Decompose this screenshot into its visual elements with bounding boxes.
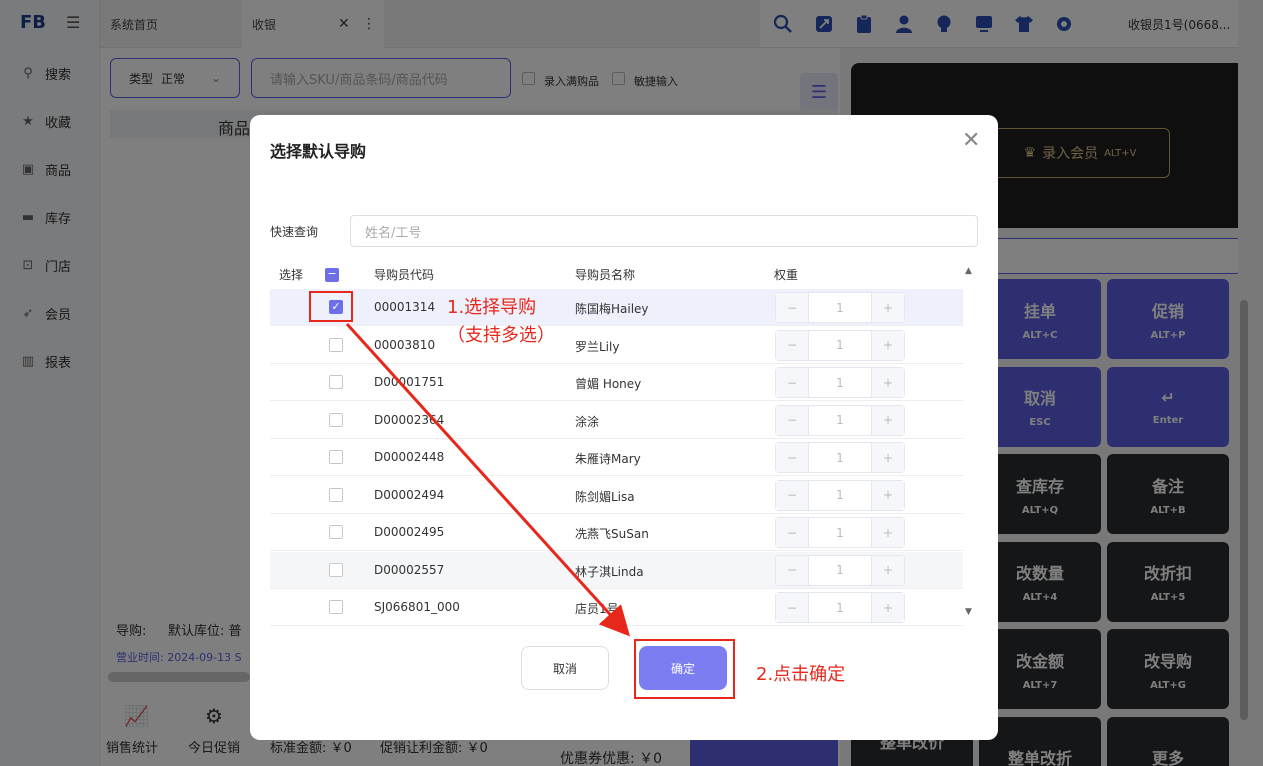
pos-app: FB ☰ ⚲搜索★收藏▣商品▬库存⊡门店➶会员▥报表 系统首页 收银 ✕ ⋮ 收… xyxy=(0,0,1263,766)
annotation-arrow xyxy=(345,322,631,637)
